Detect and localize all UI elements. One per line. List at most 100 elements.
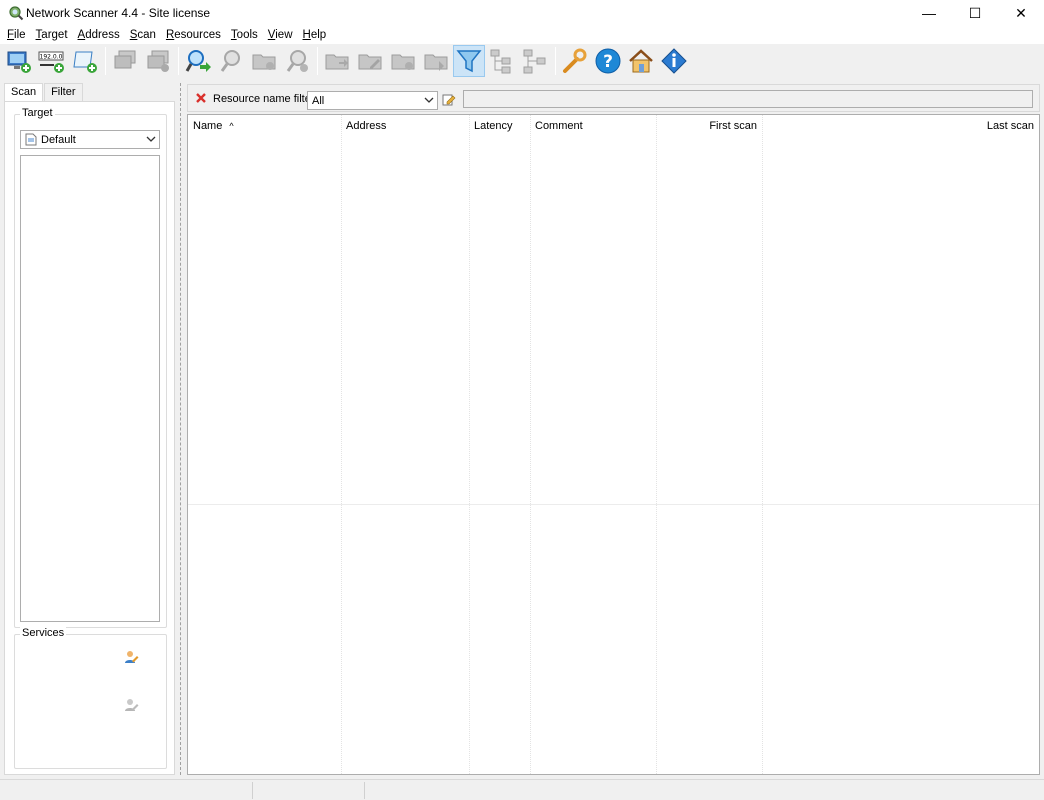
menu-target[interactable]: Target — [31, 29, 73, 41]
remove-target-button[interactable] — [142, 45, 174, 77]
user-edit-icon — [125, 651, 139, 663]
grid-header: Name ^ Address Latency Comment First sca… — [188, 115, 1039, 137]
column-header-comment[interactable]: Comment — [530, 115, 656, 137]
svg-text:?: ? — [603, 52, 613, 72]
help-button[interactable]: ? — [592, 45, 624, 77]
close-icon: ✕ — [1015, 4, 1027, 21]
edit-target-button[interactable] — [109, 45, 141, 77]
about-button[interactable] — [658, 45, 690, 77]
cancel-scan-button[interactable] — [281, 45, 313, 77]
services-group: Services — [14, 627, 167, 769]
tab-filter[interactable]: Filter — [44, 83, 83, 101]
folder-scan-disabled-icon — [252, 54, 276, 70]
add-computer-button[interactable] — [3, 45, 35, 77]
svg-text:192.0.0: 192.0.0 — [40, 54, 63, 61]
filter-funnel-icon — [456, 50, 482, 73]
pencil-note-icon — [442, 94, 456, 106]
menu-address[interactable]: Address — [73, 29, 125, 41]
home-icon — [629, 49, 653, 73]
red-x-icon — [196, 93, 206, 103]
column-header-latency[interactable]: Latency — [469, 115, 530, 137]
start-scan-button[interactable] — [182, 45, 214, 77]
column-header-first-scan[interactable]: First scan — [656, 115, 762, 137]
folder-remove-disabled-icon — [391, 54, 415, 70]
magnifier-disabled-icon — [220, 50, 240, 72]
menu-help[interactable]: Help — [298, 29, 332, 41]
folder-open-disabled-icon — [325, 54, 349, 70]
service-run-button[interactable] — [123, 649, 139, 668]
toolbar-separator — [555, 47, 556, 75]
column-divider — [656, 115, 657, 774]
filter-button[interactable] — [453, 45, 485, 77]
target-group-title: Target — [20, 107, 55, 119]
export-resource-button[interactable] — [420, 45, 452, 77]
app-icon — [8, 5, 24, 21]
filter-bar: Resource name filter All — [187, 84, 1040, 112]
chevron-down-icon — [146, 136, 156, 142]
status-pane — [0, 782, 253, 799]
maximize-button[interactable]: ☐ — [952, 0, 998, 26]
column-divider — [762, 115, 763, 774]
clear-filter-button[interactable] — [195, 92, 207, 107]
menu-view[interactable]: View — [263, 29, 298, 41]
filter-field-value: All — [312, 94, 325, 107]
filter-label: Resource name filter — [213, 93, 315, 105]
open-resource-button[interactable] — [321, 45, 353, 77]
help-icon: ? — [595, 48, 621, 74]
wrench-icon — [563, 48, 587, 73]
panel-splitter[interactable] — [180, 83, 181, 775]
chevron-down-icon — [424, 97, 434, 103]
folder-export-disabled-icon — [424, 54, 448, 71]
target-group: Target Default — [14, 107, 167, 628]
tree-collapse-disabled-icon — [523, 49, 546, 74]
home-page-button[interactable] — [625, 45, 657, 77]
info-diamond-icon — [661, 48, 687, 74]
filter-text-input[interactable] — [463, 90, 1033, 108]
edit-filter-button[interactable] — [442, 92, 456, 109]
toolbar: 192.0.0 ? — [0, 44, 1044, 78]
add-range-button[interactable] — [69, 45, 101, 77]
filter-field-select[interactable]: All — [307, 91, 438, 110]
grid-row-line — [188, 504, 1039, 505]
magnifier-go-icon — [185, 50, 211, 72]
add-computer-icon — [7, 51, 31, 73]
menu-resources[interactable]: Resources — [161, 29, 226, 41]
toolbar-separator — [178, 47, 179, 75]
add-ip-address-button[interactable]: 192.0.0 — [36, 45, 68, 77]
edit-resource-button[interactable] — [354, 45, 386, 77]
results-grid[interactable]: Name ^ Address Latency Comment First sca… — [187, 114, 1040, 775]
minimize-icon: — — [922, 5, 936, 21]
sort-ascending-icon: ^ — [229, 121, 234, 131]
status-bar — [0, 779, 1044, 800]
window-title: Network Scanner 4.4 - Site license — [26, 6, 211, 20]
column-divider — [530, 115, 531, 774]
expand-tree-button[interactable] — [486, 45, 518, 77]
service-stop-button[interactable] — [123, 697, 139, 716]
maximize-icon: ☐ — [968, 4, 982, 21]
target-list[interactable] — [20, 155, 160, 622]
target-select-value: Default — [41, 133, 76, 146]
remove-resource-button[interactable] — [387, 45, 419, 77]
stop-scan-button[interactable] — [215, 45, 247, 77]
folder-edit-disabled-icon — [358, 54, 382, 70]
menu-scan[interactable]: Scan — [125, 29, 161, 41]
scan-folder-button[interactable] — [248, 45, 280, 77]
status-pane — [253, 782, 365, 799]
scan-tab-body: Target Default Services — [4, 101, 175, 775]
menu-tools[interactable]: Tools — [226, 29, 263, 41]
collapse-tree-button[interactable] — [519, 45, 551, 77]
tab-scan[interactable]: Scan — [4, 83, 44, 101]
user-disabled-icon — [125, 699, 139, 711]
monitors-remove-disabled-icon — [147, 50, 169, 72]
minimize-button[interactable]: — — [906, 0, 952, 26]
column-header-last-scan[interactable]: Last scan — [762, 115, 1039, 137]
add-ip-icon: 192.0.0 — [38, 51, 64, 73]
column-divider — [469, 115, 470, 774]
column-header-address[interactable]: Address — [341, 115, 469, 137]
menu-file[interactable]: File — [2, 29, 31, 41]
options-button[interactable] — [559, 45, 591, 77]
target-select[interactable]: Default — [20, 130, 160, 149]
close-button[interactable]: ✕ — [998, 0, 1044, 26]
monitors-disabled-icon — [114, 50, 136, 69]
column-header-name[interactable]: Name ^ — [188, 115, 341, 137]
